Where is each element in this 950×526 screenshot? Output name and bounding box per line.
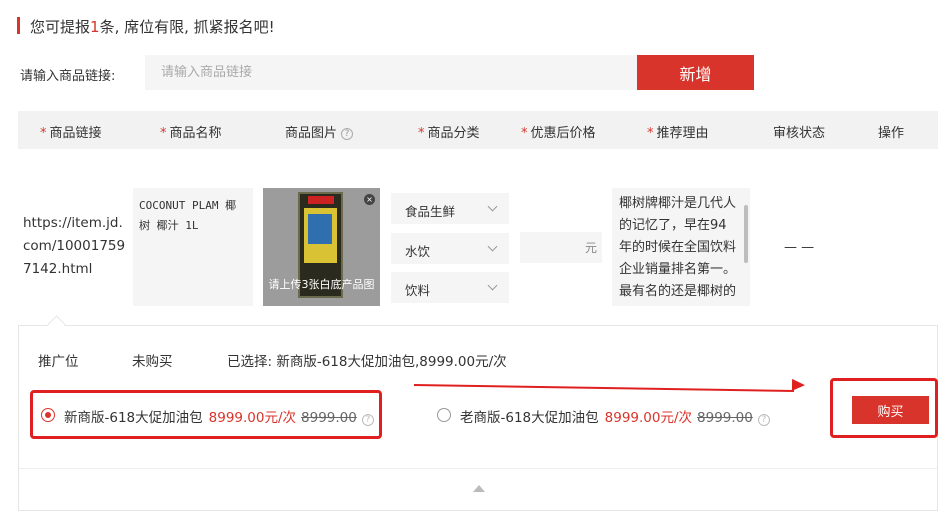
price-unit: 元 — [584, 241, 597, 255]
category-select-level1[interactable]: 食品生鲜 — [391, 193, 509, 224]
chevron-down-icon — [487, 280, 498, 291]
header-product-category: * 商品分类 — [418, 126, 480, 141]
buy-button[interactable]: 购买 — [852, 396, 929, 424]
collapse-up-icon[interactable] — [473, 485, 485, 492]
notice-suffix: 条, 席位有限, 抓紧报名吧! — [99, 18, 275, 36]
header-product-image: 商品图片? — [285, 122, 354, 141]
product-link-input[interactable] — [145, 55, 638, 90]
discount-price-input[interactable]: 元 — [520, 232, 602, 263]
radio-old-merchant-package[interactable] — [437, 408, 451, 422]
notice-prefix: 您可提报 — [30, 18, 91, 36]
review-status-value: — — — [784, 240, 815, 255]
close-icon[interactable]: × — [364, 194, 375, 205]
chevron-down-icon — [487, 201, 498, 212]
header-review-status: 审核状态 — [773, 126, 826, 141]
category-level2-value: 水饮 — [405, 244, 431, 259]
chevron-down-icon — [487, 241, 498, 252]
header-discount-price: * 优惠后价格 — [521, 126, 596, 141]
category-select-level2[interactable]: 水饮 — [391, 233, 509, 264]
quota-notice: 您可提报1条, 席位有限, 抓紧报名吧! — [30, 16, 275, 37]
recommend-reason-textarea[interactable]: 椰树牌椰汁是几代人的记忆了，早在94年的时候在全国饮料企业销量排名第一。最有名的… — [612, 188, 750, 306]
reason-scrollbar[interactable] — [744, 205, 748, 263]
link-input-label: 请输入商品链接: — [20, 69, 116, 84]
annotation-highlight-box — [30, 390, 382, 439]
product-name-field[interactable]: COCONUT PLAM 椰树 椰汁 1L — [133, 188, 253, 306]
help-icon[interactable]: ? — [341, 128, 354, 140]
promotion-slot-label: 推广位 — [38, 354, 79, 370]
arrow-right-icon — [791, 378, 806, 392]
product-image-upload[interactable]: × 请上传3张白底产品图 — [263, 188, 380, 306]
selected-package-text: 已选择: 新商版-618大促加油包,8999.00元/次 — [227, 354, 507, 370]
category-level1-value: 食品生鲜 — [405, 204, 456, 219]
panel-divider — [19, 468, 937, 469]
product-link-text[interactable]: https://item.jd.com/100017597142.html — [23, 212, 127, 281]
help-icon[interactable]: ? — [757, 414, 770, 426]
add-button[interactable]: 新增 — [637, 55, 754, 90]
header-recommend-reason: * 推荐理由 — [647, 126, 709, 141]
option-name: 老商版-618大促加油包 — [460, 410, 599, 426]
category-level3-value: 饮料 — [405, 283, 431, 298]
header-product-link: * 商品链接 — [40, 126, 102, 141]
table-header: * 商品链接 * 商品名称 商品图片? * 商品分类 * 优惠后价格 * 推荐理由 审核状… — [18, 111, 938, 149]
notice-accent-bar — [17, 17, 20, 34]
category-select-level3[interactable]: 饮料 — [391, 272, 509, 303]
option-price: 8999.00元/次 — [604, 410, 693, 426]
option-old-merchant-package[interactable]: 老商版-618大促加油包 8999.00元/次 8999.00? — [460, 406, 770, 426]
image-upload-caption: 请上传3张白底产品图 — [268, 278, 375, 291]
header-product-name: * 商品名称 — [160, 126, 222, 141]
notice-count: 1 — [90, 18, 100, 36]
option-original-price: 8999.00 — [697, 410, 753, 426]
header-actions: 操作 — [878, 126, 905, 141]
promotion-slot-status: 未购买 — [132, 354, 173, 370]
